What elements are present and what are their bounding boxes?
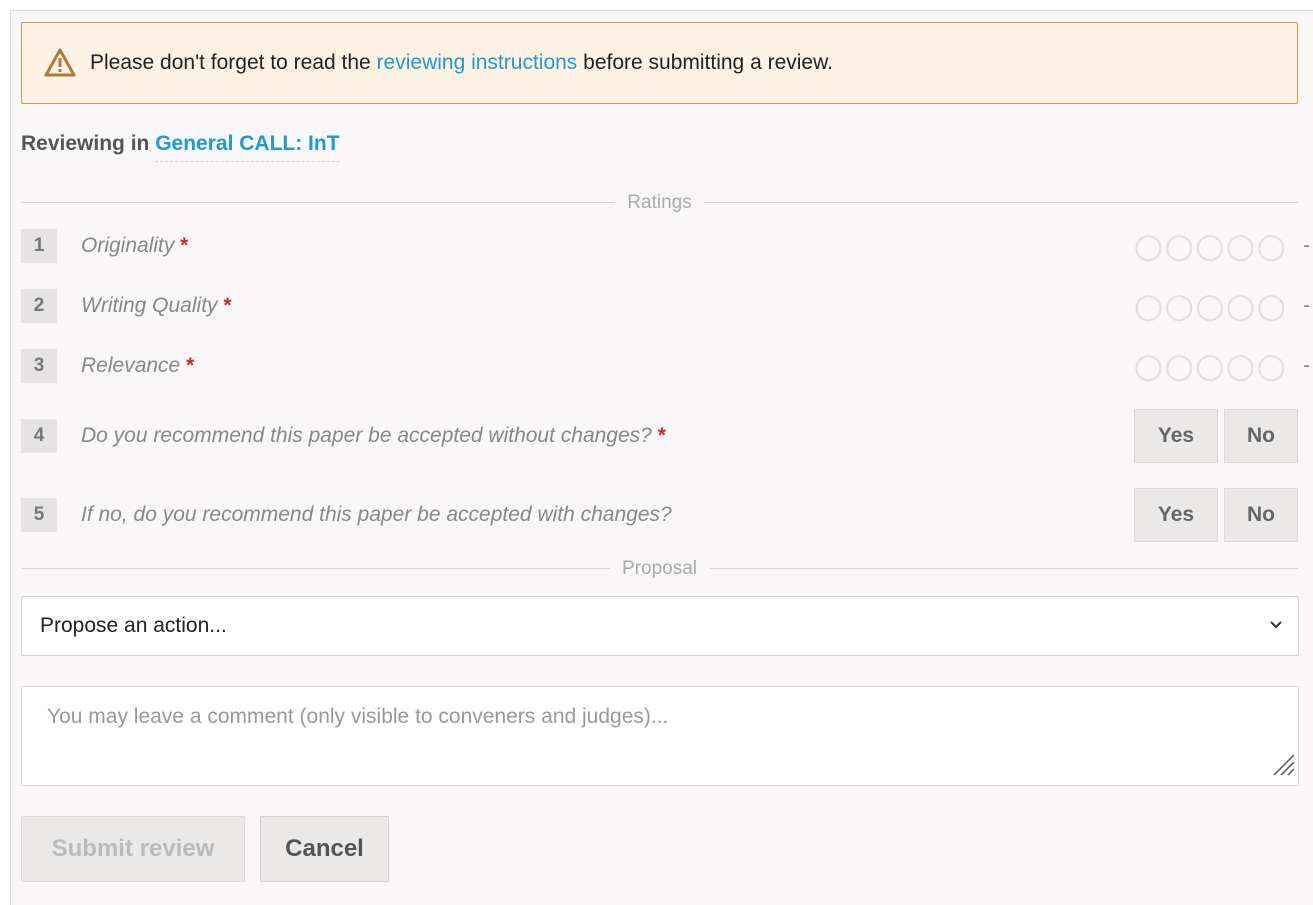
question-row: 2 Writing Quality * ○○○○○ - — [21, 286, 1313, 326]
required-marker: * — [180, 234, 189, 257]
yes-button[interactable]: Yes — [1134, 409, 1218, 463]
warning-notice: Please don't forget to read the reviewin… — [21, 22, 1298, 104]
ratings-divider-label: Ratings — [627, 191, 692, 213]
warning-icon — [44, 47, 76, 79]
question-label: Relevance — [81, 354, 181, 377]
notice-text-before: Please don't forget to read the — [90, 51, 377, 74]
comment-textarea[interactable]: You may leave a comment (only visible to… — [21, 686, 1299, 786]
proposal-divider-label: Proposal — [622, 557, 697, 579]
star-rating[interactable]: ○○○○○ — [1134, 349, 1287, 383]
question-row: 1 Originality * ○○○○○ - — [21, 226, 1313, 266]
question-text: If no, do you recommend this paper be ac… — [81, 503, 1134, 527]
question-number: 4 — [21, 419, 57, 453]
question-label: If no, do you recommend this paper be ac… — [81, 503, 672, 526]
question-number: 3 — [21, 349, 57, 383]
yes-button[interactable]: Yes — [1134, 488, 1218, 542]
question-number: 5 — [21, 498, 57, 532]
question-text: Relevance * — [81, 354, 1134, 378]
chevron-down-icon — [1266, 615, 1286, 641]
star-rating[interactable]: ○○○○○ — [1134, 289, 1287, 323]
star-rating[interactable]: ○○○○○ — [1134, 229, 1287, 263]
no-button[interactable]: No — [1224, 488, 1298, 542]
question-text: Writing Quality * — [81, 294, 1134, 318]
question-label: Writing Quality — [81, 294, 218, 317]
rating-value: - — [1303, 234, 1310, 257]
question-label: Originality — [81, 234, 175, 257]
reviewing-instructions-link[interactable]: reviewing instructions — [377, 51, 578, 74]
rating-value: - — [1303, 294, 1310, 317]
required-marker: * — [657, 424, 666, 447]
yes-no-toggle: Yes No — [1134, 409, 1298, 463]
required-marker: * — [186, 354, 195, 377]
question-text: Do you recommend this paper be accepted … — [81, 424, 1134, 448]
reviewing-in-prefix: Reviewing in — [21, 132, 150, 155]
required-marker: * — [223, 294, 232, 317]
cancel-button[interactable]: Cancel — [260, 816, 389, 882]
proposal-action-select[interactable]: Propose an action... — [21, 596, 1299, 656]
no-button[interactable]: No — [1224, 409, 1298, 463]
question-row: 5 If no, do you recommend this paper be … — [21, 488, 1313, 542]
question-row: 3 Relevance * ○○○○○ - — [21, 346, 1313, 386]
rating-value: - — [1303, 354, 1310, 377]
yes-no-toggle: Yes No — [1134, 488, 1298, 542]
proposal-divider: Proposal — [21, 559, 1298, 578]
question-row: 4 Do you recommend this paper be accepte… — [21, 409, 1313, 463]
submit-review-button[interactable]: Submit review — [21, 816, 245, 882]
ratings-divider: Ratings — [21, 193, 1299, 212]
comment-placeholder: You may leave a comment (only visible to… — [47, 705, 669, 728]
resize-handle-icon[interactable] — [1270, 751, 1296, 783]
question-text: Originality * — [81, 234, 1134, 258]
proposal-selected-value: Propose an action... — [40, 614, 227, 637]
notice-text-after: before submitting a review. — [577, 51, 833, 74]
reviewing-in-header: Reviewing in General CALL: InT — [21, 132, 340, 162]
question-number: 1 — [21, 229, 57, 263]
notice-text: Please don't forget to read the reviewin… — [90, 51, 833, 75]
track-link[interactable]: General CALL: InT — [155, 132, 340, 162]
question-label: Do you recommend this paper be accepted … — [81, 424, 652, 447]
question-number: 2 — [21, 289, 57, 323]
